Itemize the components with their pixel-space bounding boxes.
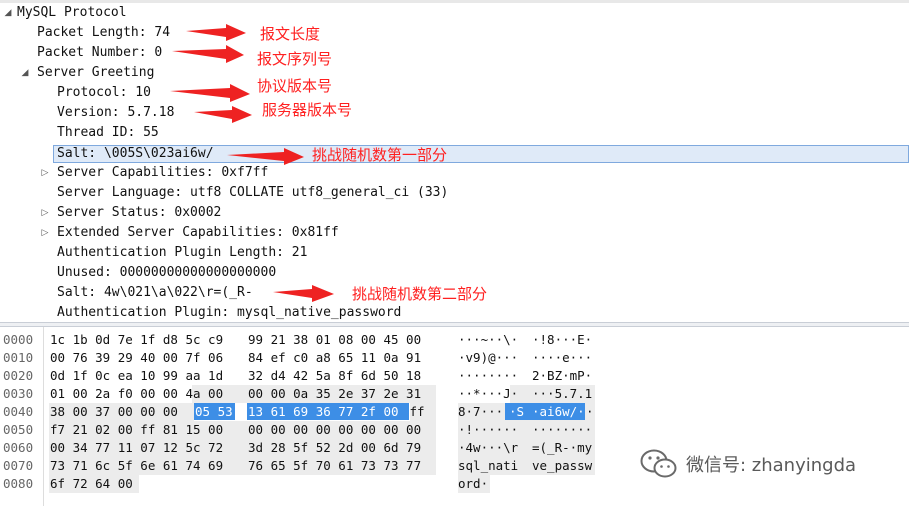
ascii-left[interactable]: ········ bbox=[458, 367, 518, 385]
tree-item-unused[interactable]: Unused: 00000000000000000000 bbox=[57, 263, 276, 283]
hex-offset: 0020 bbox=[3, 368, 34, 383]
hex-bytes-right[interactable]: 84 ef c0 a8 65 11 0a 91 bbox=[248, 349, 421, 367]
tree-item-version[interactable]: Version: 5.7.18 bbox=[57, 103, 174, 123]
hex-offset: 0060 bbox=[3, 440, 34, 455]
hex-bytes-right[interactable]: 00 00 0a 35 2e 37 2e 31 bbox=[248, 385, 421, 403]
ascii-left[interactable]: ·!······ bbox=[458, 421, 518, 439]
hex-bytes-right[interactable]: 00 00 00 00 00 00 00 00 bbox=[248, 421, 421, 439]
hex-bytes-left[interactable]: 1c 1b 0d 7e 1f d8 5c c9 bbox=[50, 331, 223, 349]
annotation-packet-number: 报文序列号 bbox=[257, 50, 333, 68]
annotation-salt-part1: 挑战随机数第一部分 bbox=[312, 146, 448, 164]
annotation-protocol: 协议版本号 bbox=[257, 77, 333, 95]
offset-gutter-divider bbox=[43, 327, 44, 506]
tree-item-server-language[interactable]: Server Language: utf8 COLLATE utf8_gener… bbox=[57, 183, 448, 203]
hex-offset: 0050 bbox=[3, 422, 34, 437]
tree-item-salt-part1[interactable]: Salt: \005S\023ai6w/ bbox=[57, 144, 214, 164]
hex-offset: 0010 bbox=[3, 350, 34, 365]
tree-item-server-capabilities[interactable]: Server Capabilities: 0xf7ff bbox=[57, 163, 268, 183]
hex-bytes-left[interactable]: 0d 1f 0c ea 10 99 aa 1d bbox=[50, 367, 223, 385]
expand-arrow-icon[interactable]: ▷ bbox=[40, 203, 50, 223]
collapse-arrow-icon[interactable]: ◢ bbox=[20, 63, 30, 83]
ascii-selected[interactable]: ·S bbox=[509, 403, 524, 421]
wechat-icon bbox=[640, 449, 677, 478]
ascii-selected[interactable]: ·ai6w/· bbox=[532, 403, 585, 421]
tree-item-extended-capabilities[interactable]: Extended Server Capabilities: 0x81ff bbox=[57, 223, 339, 243]
hex-bytes-left[interactable]: 00 76 39 29 40 00 7f 06 bbox=[50, 349, 223, 367]
hex-bytes-right[interactable]: 76 65 5f 70 61 73 73 77 bbox=[248, 457, 421, 475]
tree-item-server-greeting[interactable]: Server Greeting bbox=[37, 63, 154, 83]
ascii-left[interactable]: ord· bbox=[458, 475, 488, 493]
ascii-right[interactable]: ve_passw bbox=[532, 457, 592, 475]
ascii-right[interactable]: · bbox=[586, 403, 594, 421]
tree-item-protocol[interactable]: Protocol: 10 bbox=[57, 83, 151, 103]
collapse-arrow-icon[interactable]: ◢ bbox=[3, 3, 13, 23]
hex-bytes-left[interactable]: 01 00 2a f0 00 00 4a 00 bbox=[50, 385, 223, 403]
tree-item-salt-part2[interactable]: Salt: 4w\021\a\022\r=(_R- bbox=[57, 283, 253, 303]
hex-bytes-left[interactable]: 73 71 6c 5f 6e 61 74 69 bbox=[50, 457, 223, 475]
hex-offset: 0000 bbox=[3, 332, 34, 347]
ascii-left[interactable]: ···~··\· bbox=[458, 331, 518, 349]
ascii-right[interactable]: ········ bbox=[532, 421, 592, 439]
annotation-salt-part2: 挑战随机数第二部分 bbox=[352, 285, 488, 303]
pane-top-edge bbox=[0, 0, 909, 3]
ascii-right[interactable]: ·!8···E· bbox=[532, 331, 592, 349]
hex-offset: 0030 bbox=[3, 386, 34, 401]
packet-details-tree: ◢ MySQL Protocol Packet Length: 74 Packe… bbox=[0, 0, 909, 322]
hex-bytes-left[interactable]: 00 34 77 11 07 12 5c 72 bbox=[50, 439, 223, 457]
ascii-right[interactable]: ···5.7.1 bbox=[532, 385, 592, 403]
hex-bytes-left[interactable]: 6f 72 64 00 bbox=[50, 475, 133, 493]
ascii-right[interactable]: ····e··· bbox=[532, 349, 592, 367]
ascii-left[interactable]: 8·7··· bbox=[458, 403, 503, 421]
tree-item-server-status[interactable]: Server Status: 0x0002 bbox=[57, 203, 221, 223]
annotation-packet-length: 报文长度 bbox=[260, 25, 321, 43]
tree-item-packet-number[interactable]: Packet Number: 0 bbox=[37, 43, 162, 63]
ascii-left[interactable]: ·v9)@··· bbox=[458, 349, 518, 367]
ascii-left[interactable]: sql_nati bbox=[458, 457, 518, 475]
expand-arrow-icon[interactable]: ▷ bbox=[40, 163, 50, 183]
tree-item-mysql-protocol[interactable]: MySQL Protocol bbox=[17, 3, 127, 23]
expand-arrow-icon[interactable]: ▷ bbox=[40, 223, 50, 243]
annotation-version: 服务器版本号 bbox=[262, 101, 353, 119]
hex-offset: 0080 bbox=[3, 476, 34, 491]
hex-bytes-left[interactable]: 38 00 37 00 00 00 bbox=[50, 403, 185, 421]
hex-bytes-right[interactable]: ff bbox=[402, 403, 425, 421]
hex-bytes-right[interactable]: 3d 28 5f 52 2d 00 6d 79 bbox=[248, 439, 421, 457]
ascii-right[interactable]: =(_R-·my bbox=[532, 439, 592, 457]
tree-item-packet-length[interactable]: Packet Length: 74 bbox=[37, 23, 170, 43]
hex-bytes-selected[interactable]: 13 61 69 36 77 2f 00 bbox=[248, 403, 399, 421]
tree-item-auth-plugin-length[interactable]: Authentication Plugin Length: 21 bbox=[57, 243, 307, 263]
ascii-left[interactable]: ··*···J· bbox=[458, 385, 518, 403]
wechat-watermark: 微信号: zhanyingda bbox=[640, 448, 856, 480]
hex-bytes-left[interactable]: f7 21 02 00 ff 81 15 00 bbox=[50, 421, 223, 439]
ascii-right[interactable]: 2·BZ·mP· bbox=[532, 367, 592, 385]
hex-offset: 0040 bbox=[3, 404, 34, 419]
hex-offset: 0070 bbox=[3, 458, 34, 473]
ascii-left[interactable]: ·4w···\r bbox=[458, 439, 518, 457]
tree-item-auth-plugin[interactable]: Authentication Plugin: mysql_native_pass… bbox=[57, 303, 401, 322]
hex-bytes-right[interactable]: 32 d4 42 5a 8f 6d 50 18 bbox=[248, 367, 421, 385]
tree-item-thread-id[interactable]: Thread ID: 55 bbox=[57, 123, 159, 143]
hex-bytes-right[interactable]: 99 21 38 01 08 00 45 00 bbox=[248, 331, 421, 349]
watermark-text: 微信号: zhanyingda bbox=[686, 455, 857, 476]
hex-bytes-selected[interactable]: 05 53 bbox=[195, 403, 233, 421]
